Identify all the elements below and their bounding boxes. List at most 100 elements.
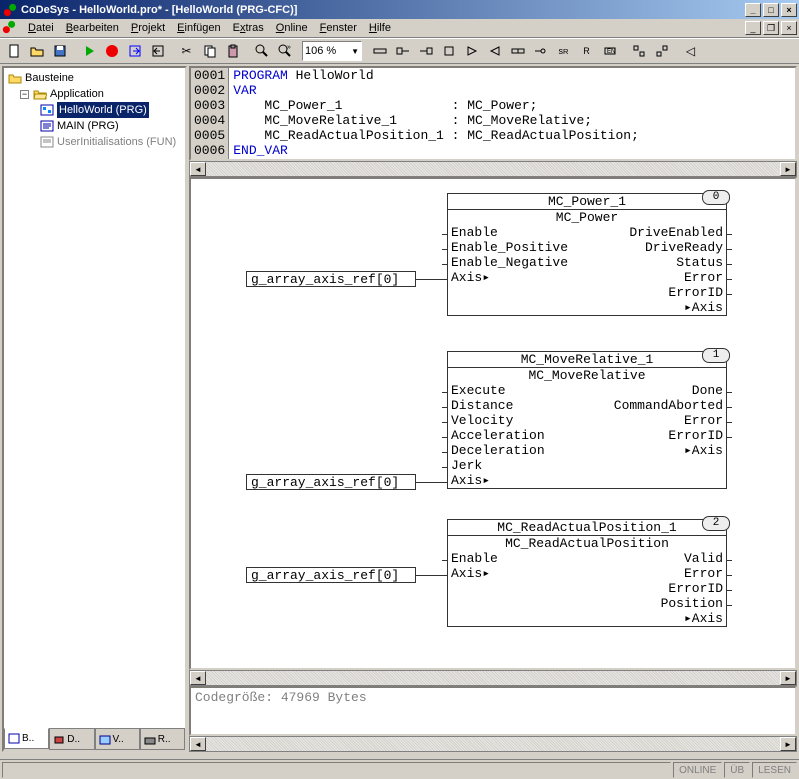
fb-pin[interactable]: Position	[661, 596, 723, 611]
fb-pin[interactable]: Error	[684, 413, 723, 428]
tb-copy[interactable]	[198, 40, 221, 62]
fb-pin[interactable]: Done	[692, 383, 723, 398]
tb-cfc-text-sr[interactable]: sR	[552, 40, 575, 62]
fb-pin[interactable]: Velocity	[451, 413, 513, 428]
fb-pin[interactable]: Error	[684, 270, 723, 285]
tb-cfc-5[interactable]	[460, 40, 483, 62]
tb-back[interactable]: ◁	[679, 40, 702, 62]
menu-projekt[interactable]: Projekt	[125, 20, 171, 36]
mdi-close-button[interactable]: ×	[781, 21, 797, 35]
fb-pin[interactable]: DriveEnabled	[629, 225, 723, 240]
input-var-box[interactable]: g_array_axis_ref[0]	[246, 567, 416, 583]
fb-pin[interactable]: Axis▸	[451, 473, 490, 488]
tb-save[interactable]	[48, 40, 71, 62]
scroll-left-icon[interactable]: ◄	[190, 162, 206, 176]
fb-pin[interactable]: ▸Axis	[684, 611, 723, 626]
menu-online[interactable]: Online	[270, 20, 314, 36]
fb-pin[interactable]: ErrorID	[668, 581, 723, 596]
fb-pin[interactable]: Enable	[451, 225, 498, 240]
menu-datei[interactable]: Datei	[22, 20, 60, 36]
fb-pin[interactable]: Error	[684, 566, 723, 581]
tb-cfc-6[interactable]	[483, 40, 506, 62]
fb-pin[interactable]: ▸Axis	[684, 443, 723, 458]
fb-pin[interactable]: Acceleration	[451, 428, 545, 443]
tb-order-2[interactable]	[650, 40, 673, 62]
tb-logout[interactable]	[146, 40, 169, 62]
tb-run[interactable]	[77, 40, 100, 62]
fb-pin[interactable]: DriveReady	[645, 240, 723, 255]
message-panel[interactable]: Codegröße: 47969 Bytes	[189, 686, 797, 736]
tb-cfc-4[interactable]	[437, 40, 460, 62]
menu-einfuegen[interactable]: Einfügen	[171, 20, 226, 36]
code-text[interactable]: PROGRAM HelloWorld VAR MC_Power_1 : MC_P…	[229, 68, 643, 159]
fb-pin[interactable]: Valid	[684, 551, 723, 566]
scroll-left-icon[interactable]: ◄	[190, 671, 206, 685]
tb-login[interactable]	[123, 40, 146, 62]
input-var-box[interactable]: g_array_axis_ref[0]	[246, 474, 416, 490]
fb-pin[interactable]: Status	[676, 255, 723, 270]
minimize-button[interactable]: _	[745, 3, 761, 17]
maximize-button[interactable]: □	[763, 3, 779, 17]
fb-pin[interactable]: ▸Axis	[684, 300, 723, 315]
tree-tab-resources[interactable]: R..	[140, 729, 185, 750]
menu-extras[interactable]: Extras	[227, 20, 270, 36]
fb-mc-moverelative[interactable]: 1 MC_MoveRelative_1 MC_MoveRelative Exec…	[447, 351, 727, 489]
tb-cfc-text-r[interactable]: R	[575, 40, 598, 62]
tree-item-userinit[interactable]: UserInitialisations (FUN)	[6, 134, 183, 150]
decl-scrollbar[interactable]: ◄ ►	[189, 161, 797, 177]
tb-cfc-7[interactable]	[506, 40, 529, 62]
cfc-scrollbar[interactable]: ◄ ►	[189, 670, 797, 686]
fb-pin[interactable]: CommandAborted	[614, 398, 723, 413]
fb-pin[interactable]: Execute	[451, 383, 506, 398]
close-button[interactable]: ×	[781, 3, 797, 17]
scroll-left-icon[interactable]: ◄	[190, 737, 206, 751]
tb-cfc-1[interactable]	[368, 40, 391, 62]
fb-pin[interactable]: Enable	[451, 551, 498, 566]
fb-pin[interactable]: Distance	[451, 398, 513, 413]
declaration-editor[interactable]: 0001 0002 0003 0004 0005 0006 PROGRAM He…	[189, 66, 797, 161]
tb-cfc-2[interactable]	[391, 40, 414, 62]
tb-stop[interactable]	[100, 40, 123, 62]
menu-fenster[interactable]: Fenster	[314, 20, 363, 36]
input-var-box[interactable]: g_array_axis_ref[0]	[246, 271, 416, 287]
tree-item-main[interactable]: MAIN (PRG)	[6, 118, 183, 134]
tb-cfc-3[interactable]	[414, 40, 437, 62]
fb-pin[interactable]: Axis▸	[451, 566, 490, 581]
tb-find[interactable]	[250, 40, 273, 62]
tree-tab-pou[interactable]: B..	[4, 728, 49, 749]
fb-pin[interactable]: Jerk	[451, 458, 482, 473]
menu-hilfe[interactable]: Hilfe	[363, 20, 397, 36]
tree-collapse-icon[interactable]: −	[20, 90, 29, 99]
mdi-restore-button[interactable]: ❐	[763, 21, 779, 35]
tb-findnext[interactable]: »	[273, 40, 296, 62]
tree-root[interactable]: Bausteine	[6, 70, 183, 86]
fb-pin[interactable]: Deceleration	[451, 443, 545, 458]
tree-tab-visu[interactable]: V..	[95, 729, 140, 750]
mdi-minimize-button[interactable]: _	[745, 21, 761, 35]
tb-open[interactable]	[25, 40, 48, 62]
tree-tab-datatypes[interactable]: D..	[49, 729, 94, 750]
fb-mc-power[interactable]: 0 MC_Power_1 MC_Power EnableDriveEnabled…	[447, 193, 727, 316]
tb-paste[interactable]	[221, 40, 244, 62]
tb-new[interactable]	[2, 40, 25, 62]
scroll-right-icon[interactable]: ►	[780, 671, 796, 685]
fb-pin[interactable]: Enable_Negative	[451, 255, 568, 270]
tb-cut[interactable]: ✂	[175, 40, 198, 62]
msg-scrollbar[interactable]: ◄ ►	[189, 736, 797, 752]
menu-bearbeiten[interactable]: Bearbeiten	[60, 20, 125, 36]
tree-item-helloworld[interactable]: HelloWorld (PRG)	[6, 102, 183, 118]
fb-pin[interactable]: Enable_Positive	[451, 240, 568, 255]
fb-mc-readactualposition[interactable]: 2 MC_ReadActualPosition_1 MC_ReadActualP…	[447, 519, 727, 627]
cfc-canvas[interactable]: 0 MC_Power_1 MC_Power EnableDriveEnabled…	[189, 177, 797, 670]
folder-open-icon	[33, 87, 47, 101]
fb-pin[interactable]: Axis▸	[451, 270, 490, 285]
tb-cfc-8[interactable]	[529, 40, 552, 62]
scroll-right-icon[interactable]: ►	[780, 162, 796, 176]
zoom-combo[interactable]: 106 % ▼	[302, 41, 362, 61]
scroll-right-icon[interactable]: ►	[780, 737, 796, 751]
fb-pin[interactable]: ErrorID	[668, 285, 723, 300]
tb-cfc-en[interactable]: EN	[598, 40, 621, 62]
fb-pin[interactable]: ErrorID	[668, 428, 723, 443]
tb-order-1[interactable]	[627, 40, 650, 62]
tree-app[interactable]: − Application	[6, 86, 183, 102]
